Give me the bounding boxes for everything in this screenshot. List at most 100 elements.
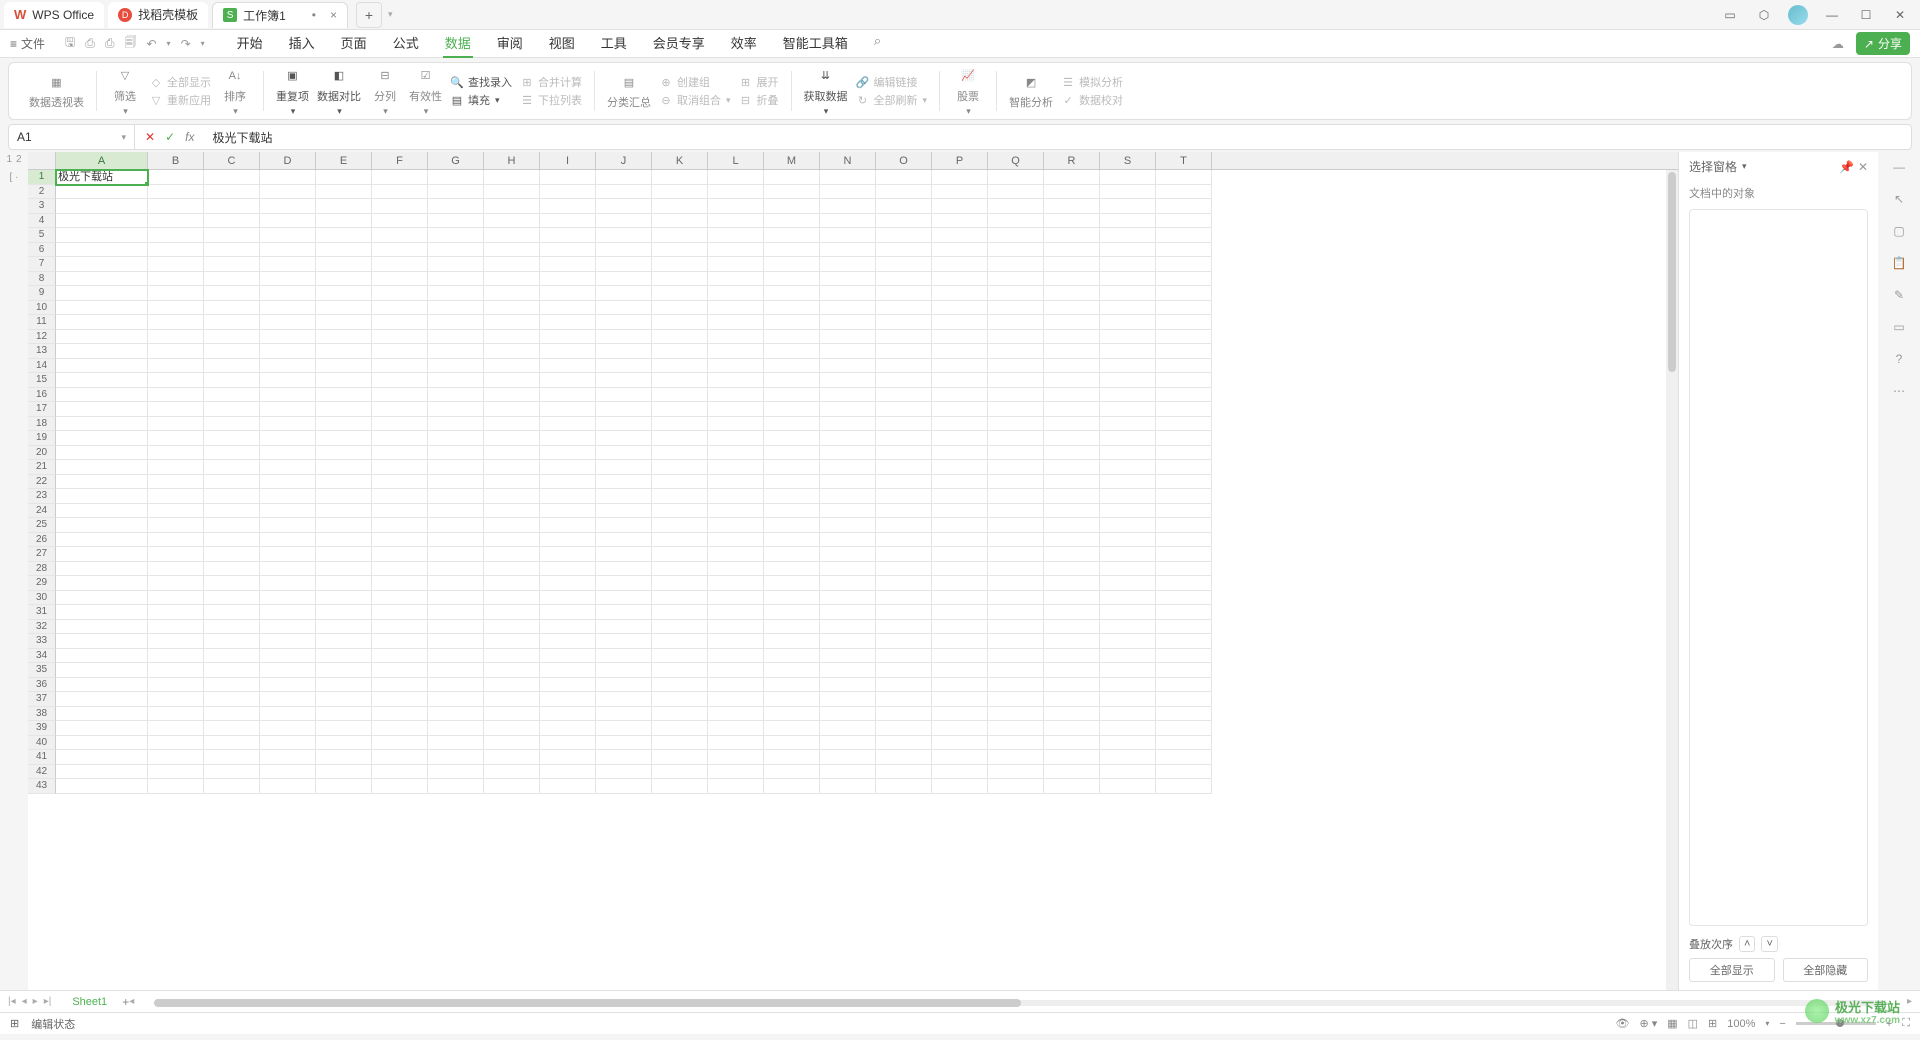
cell-S1[interactable]: [1100, 170, 1156, 185]
cell-E1[interactable]: [316, 170, 372, 185]
cell-T14[interactable]: [1156, 359, 1212, 374]
cell-O26[interactable]: [876, 533, 932, 548]
cell-R35[interactable]: [1044, 663, 1100, 678]
cell-K41[interactable]: [652, 750, 708, 765]
row-header-10[interactable]: 10: [28, 301, 56, 316]
cell-D14[interactable]: [260, 359, 316, 374]
cell-E2[interactable]: [316, 185, 372, 200]
cell-N16[interactable]: [820, 388, 876, 403]
cell-N17[interactable]: [820, 402, 876, 417]
cell-E37[interactable]: [316, 692, 372, 707]
cell-A9[interactable]: [56, 286, 148, 301]
cell-J41[interactable]: [596, 750, 652, 765]
cell-E20[interactable]: [316, 446, 372, 461]
cell-A33[interactable]: [56, 634, 148, 649]
cell-D38[interactable]: [260, 707, 316, 722]
cell-E12[interactable]: [316, 330, 372, 345]
cell-B29[interactable]: [148, 576, 204, 591]
save-icon[interactable]: 🖫: [65, 33, 75, 54]
cell-G42[interactable]: [428, 765, 484, 780]
cell-R31[interactable]: [1044, 605, 1100, 620]
cell-O24[interactable]: [876, 504, 932, 519]
cell-M37[interactable]: [764, 692, 820, 707]
cell-Q25[interactable]: [988, 518, 1044, 533]
cell-K42[interactable]: [652, 765, 708, 780]
cell-D43[interactable]: [260, 779, 316, 794]
cell-L5[interactable]: [708, 228, 764, 243]
cell-C11[interactable]: [204, 315, 260, 330]
cell-K36[interactable]: [652, 678, 708, 693]
cell-F39[interactable]: [372, 721, 428, 736]
cell-K23[interactable]: [652, 489, 708, 504]
move-down-button[interactable]: ˅: [1761, 936, 1777, 952]
cell-K18[interactable]: [652, 417, 708, 432]
cell-K11[interactable]: [652, 315, 708, 330]
cell-H7[interactable]: [484, 257, 540, 272]
cell-R19[interactable]: [1044, 431, 1100, 446]
zoom-slider[interactable]: [1796, 1022, 1876, 1025]
cell-L19[interactable]: [708, 431, 764, 446]
chevron-down-icon[interactable]: ▾: [121, 132, 126, 143]
cell-P23[interactable]: [932, 489, 988, 504]
cell-Q7[interactable]: [988, 257, 1044, 272]
cell-H18[interactable]: [484, 417, 540, 432]
cell-D4[interactable]: [260, 214, 316, 229]
cell-L27[interactable]: [708, 547, 764, 562]
column-header-D[interactable]: D: [260, 152, 316, 169]
cell-I15[interactable]: [540, 373, 596, 388]
last-sheet-icon[interactable]: ▸|: [44, 996, 52, 1007]
scroll-left-icon[interactable]: ◂: [129, 996, 134, 1007]
cell-N28[interactable]: [820, 562, 876, 577]
cell-P32[interactable]: [932, 620, 988, 635]
cell-D10[interactable]: [260, 301, 316, 316]
lookup-entry-button[interactable]: 🔍查找录入: [450, 74, 512, 90]
column-header-T[interactable]: T: [1156, 152, 1212, 169]
cell-A27[interactable]: [56, 547, 148, 562]
column-header-S[interactable]: S: [1100, 152, 1156, 169]
cell-S5[interactable]: [1100, 228, 1156, 243]
row-header-5[interactable]: 5: [28, 228, 56, 243]
cell-T3[interactable]: [1156, 199, 1212, 214]
cell-K35[interactable]: [652, 663, 708, 678]
cell-E13[interactable]: [316, 344, 372, 359]
cell-D12[interactable]: [260, 330, 316, 345]
cell-F29[interactable]: [372, 576, 428, 591]
cell-S30[interactable]: [1100, 591, 1156, 606]
cell-K26[interactable]: [652, 533, 708, 548]
tab-insert[interactable]: 插入: [287, 29, 317, 58]
cell-C38[interactable]: [204, 707, 260, 722]
fullscreen-icon[interactable]: ⛶: [1902, 1017, 1910, 1030]
cell-B6[interactable]: [148, 243, 204, 258]
focus-icon[interactable]: ⊕ ▾: [1639, 1017, 1657, 1030]
cell-L7[interactable]: [708, 257, 764, 272]
cell-Q21[interactable]: [988, 460, 1044, 475]
cell-E33[interactable]: [316, 634, 372, 649]
cell-B3[interactable]: [148, 199, 204, 214]
cell-N32[interactable]: [820, 620, 876, 635]
cell-B21[interactable]: [148, 460, 204, 475]
hide-all-button[interactable]: 全部隐藏: [1783, 958, 1869, 982]
column-header-G[interactable]: G: [428, 152, 484, 169]
cell-N22[interactable]: [820, 475, 876, 490]
cell-C42[interactable]: [204, 765, 260, 780]
cell-N24[interactable]: [820, 504, 876, 519]
cell-O34[interactable]: [876, 649, 932, 664]
cell-A42[interactable]: [56, 765, 148, 780]
cell-G1[interactable]: [428, 170, 484, 185]
cell-G21[interactable]: [428, 460, 484, 475]
cell-I35[interactable]: [540, 663, 596, 678]
cell-N26[interactable]: [820, 533, 876, 548]
cell-R32[interactable]: [1044, 620, 1100, 635]
cell-A40[interactable]: [56, 736, 148, 751]
cell-N15[interactable]: [820, 373, 876, 388]
cell-N40[interactable]: [820, 736, 876, 751]
cell-N37[interactable]: [820, 692, 876, 707]
vertical-scrollbar[interactable]: [1666, 170, 1678, 990]
cell-F28[interactable]: [372, 562, 428, 577]
file-menu[interactable]: ≡ 文件: [10, 35, 45, 52]
cell-D29[interactable]: [260, 576, 316, 591]
tab-smart[interactable]: 智能工具箱: [781, 29, 850, 58]
cell-J21[interactable]: [596, 460, 652, 475]
cell-P1[interactable]: [932, 170, 988, 185]
cell-L38[interactable]: [708, 707, 764, 722]
